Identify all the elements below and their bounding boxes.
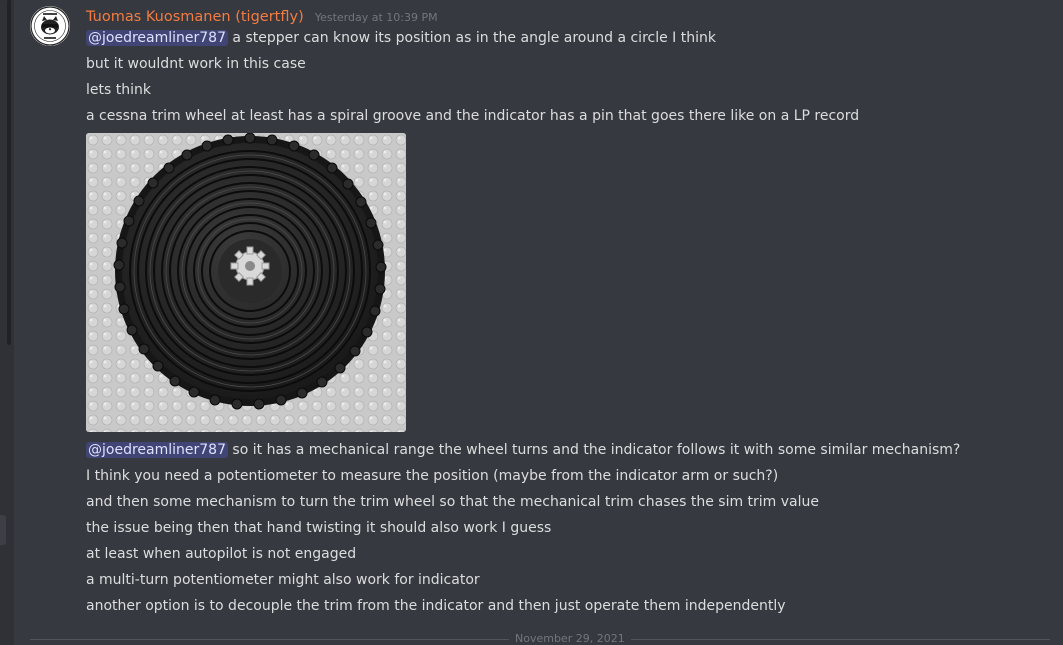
message-line: I think you need a potentiometer to meas… xyxy=(86,465,778,487)
message-line: but it wouldnt work in this case xyxy=(86,53,306,75)
user-mention[interactable]: @joedreamliner787 xyxy=(86,442,228,458)
message-line: @joedreamliner787 so it has a mechanical… xyxy=(86,439,960,461)
message-text: I think you need a potentiometer to meas… xyxy=(86,468,779,484)
message-line: a multi-turn potentiometer might also wo… xyxy=(86,569,480,591)
image-attachment[interactable] xyxy=(86,133,406,432)
sidebar-selected-indicator xyxy=(0,515,6,545)
message-text: a stepper can know its position as in th… xyxy=(227,30,716,46)
message-text: but it wouldnt work in this case xyxy=(86,56,306,72)
message-line: at least when autopilot is not engaged xyxy=(86,543,356,565)
chat-view: Tuomas Kuosmanen (tigertfly) Yesterday a… xyxy=(0,0,1063,645)
message-header: Tuomas Kuosmanen (tigertfly) Yesterday a… xyxy=(86,6,438,28)
message-text: and then some mechanism to turn the trim… xyxy=(86,494,820,510)
date-divider-label: November 29, 2021 xyxy=(509,632,631,645)
message-timestamp[interactable]: Yesterday at 10:39 PM xyxy=(315,11,438,24)
message-line: @joedreamliner787 a stepper can know its… xyxy=(86,27,716,49)
message-text: the issue being then that hand twisting … xyxy=(86,520,552,536)
message-line: a cessna trim wheel at least has a spira… xyxy=(86,105,859,127)
cat-avatar-icon xyxy=(30,6,70,46)
message-text: another option is to decouple the trim f… xyxy=(86,598,786,614)
message-text: a multi-turn potentiometer might also wo… xyxy=(86,572,480,588)
user-avatar[interactable] xyxy=(30,6,70,46)
author-name[interactable]: Tuomas Kuosmanen (tigertfly) xyxy=(86,9,304,25)
user-mention[interactable]: @joedreamliner787 xyxy=(86,30,228,46)
sidebar-scrollbar[interactable] xyxy=(7,0,11,345)
trim-wheel-photo-icon xyxy=(86,133,406,432)
message-line: the issue being then that hand twisting … xyxy=(86,517,551,539)
message-line: lets think xyxy=(86,79,151,101)
message-text: so it has a mechanical range the wheel t… xyxy=(227,442,961,458)
message-text: at least when autopilot is not engaged xyxy=(86,546,357,562)
message-line: another option is to decouple the trim f… xyxy=(86,595,786,617)
channel-sidebar-edge xyxy=(0,0,14,645)
message-line: and then some mechanism to turn the trim… xyxy=(86,491,819,513)
message-text: lets think xyxy=(86,82,151,98)
message-text: a cessna trim wheel at least has a spira… xyxy=(86,108,860,124)
